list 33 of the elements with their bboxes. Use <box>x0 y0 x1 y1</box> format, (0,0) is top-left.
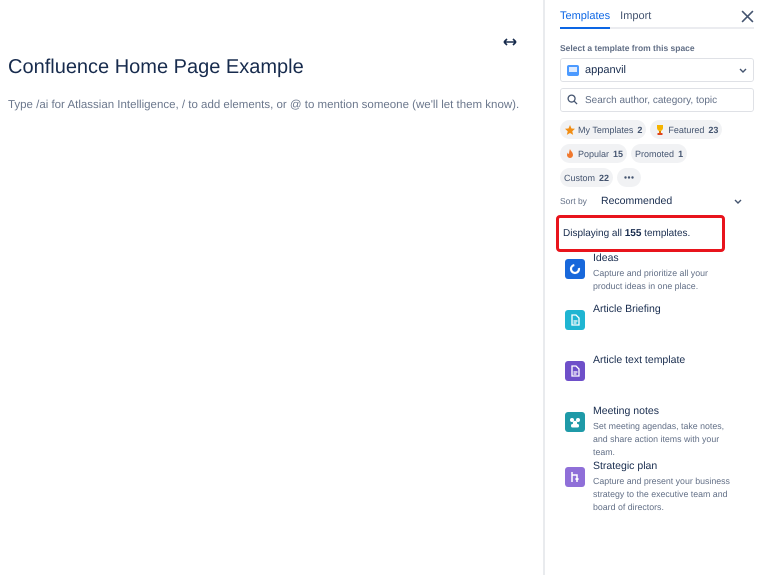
panel-tab[interactable]: Templates <box>560 6 610 29</box>
more-button[interactable] <box>617 168 642 187</box>
template-description: Set meeting agendas, take notes, and share action items with your team. <box>593 420 726 459</box>
template-name[interactable]: Article Briefing <box>593 303 735 315</box>
chevron-down-icon <box>739 68 747 72</box>
chevron-down-icon <box>734 198 742 204</box>
flame-icon <box>564 148 576 160</box>
star-icon <box>564 124 576 136</box>
template-name[interactable]: Ideas <box>593 252 735 264</box>
sort-select[interactable]: Recommended <box>601 195 754 207</box>
template-name[interactable]: Strategic plan <box>593 460 735 472</box>
results-summary: Displaying all 155 templates. <box>556 215 725 252</box>
template-description: Capture and present your business strategy to the executive team and board of directors. <box>593 475 731 514</box>
template-description: Capture and prioritize all your product ideas in one place. <box>593 267 709 293</box>
space-label: Select a template from this space <box>560 43 696 53</box>
filter-chip[interactable]: Promoted 1 <box>631 144 688 163</box>
expand-width-icon[interactable] <box>503 38 517 46</box>
editor-placeholder[interactable]: Type /ai for Atlassian Intelligence, / to add elements, or @ to mention someone (we'll let them know). <box>8 99 543 111</box>
space-select[interactable]: appanvil <box>560 58 754 82</box>
close-button[interactable] <box>741 10 754 23</box>
filter-chip[interactable]: Featured 23 <box>650 120 722 139</box>
filter-chip[interactable]: My Templates 2 <box>560 120 646 139</box>
filter-chip[interactable]: Custom 22 <box>560 168 614 187</box>
more-icon <box>624 176 634 179</box>
space-icon <box>567 64 579 76</box>
template-name[interactable]: Meeting notes <box>593 405 735 417</box>
panel-tab[interactable]: Import <box>620 6 652 29</box>
template-name[interactable]: Article text template <box>593 354 735 366</box>
sort-label: Sort by <box>560 196 588 206</box>
search-icon <box>567 94 578 105</box>
search-field[interactable]: Search author, category, topic <box>560 88 754 112</box>
filter-chip[interactable]: Popular 15 <box>560 144 628 163</box>
page-title[interactable]: Confluence Home Page Example <box>8 56 543 79</box>
